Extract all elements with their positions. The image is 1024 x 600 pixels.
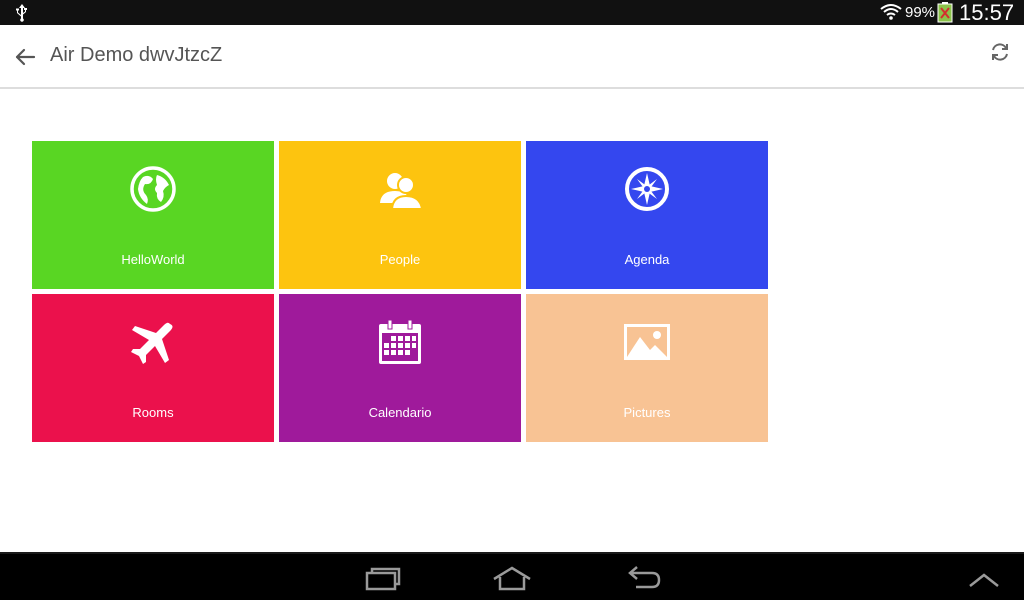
tile-calendario[interactable]: Calendario (279, 294, 521, 442)
wifi-icon (880, 4, 902, 20)
status-bar: 99% 15:57 (0, 0, 1024, 25)
back-icon[interactable] (624, 564, 662, 592)
picture-icon (624, 324, 670, 360)
tile-helloworld[interactable]: HelloWorld (32, 141, 274, 289)
home-icon[interactable] (492, 564, 532, 592)
nav-bar (0, 552, 1024, 600)
tile-rooms[interactable]: Rooms (32, 294, 274, 442)
page-title: Air Demo dwvJtzcZ (50, 44, 223, 66)
battery-charging-icon (937, 2, 953, 23)
tile-label: HelloWorld (121, 252, 185, 267)
tile-label: People (379, 252, 421, 267)
airplane-icon (131, 322, 173, 364)
tile-label: Rooms (132, 405, 174, 420)
tile-label: Calendario (368, 405, 432, 420)
refresh-icon[interactable] (988, 40, 1012, 64)
globe-icon (130, 166, 176, 212)
status-clock: 15:57 (959, 0, 1015, 25)
battery-percentage: 99% (905, 4, 936, 21)
app-bar: Air Demo dwvJtzcZ (0, 25, 1024, 89)
up-chevron-icon[interactable] (968, 568, 1000, 592)
tile-grid: HelloWorld People Agenda Rooms Calendari… (0, 91, 1024, 552)
tile-people[interactable]: People (279, 141, 521, 289)
tile-label: Pictures (623, 405, 671, 420)
calendar-icon (379, 319, 421, 364)
back-arrow-icon[interactable] (12, 45, 38, 69)
compass-icon (625, 167, 669, 211)
tile-pictures[interactable]: Pictures (526, 294, 768, 442)
tile-label: Agenda (624, 252, 670, 267)
usb-icon (16, 4, 27, 22)
tile-agenda[interactable]: Agenda (526, 141, 768, 289)
recent-apps-icon[interactable] (364, 564, 402, 592)
people-icon (380, 173, 424, 210)
